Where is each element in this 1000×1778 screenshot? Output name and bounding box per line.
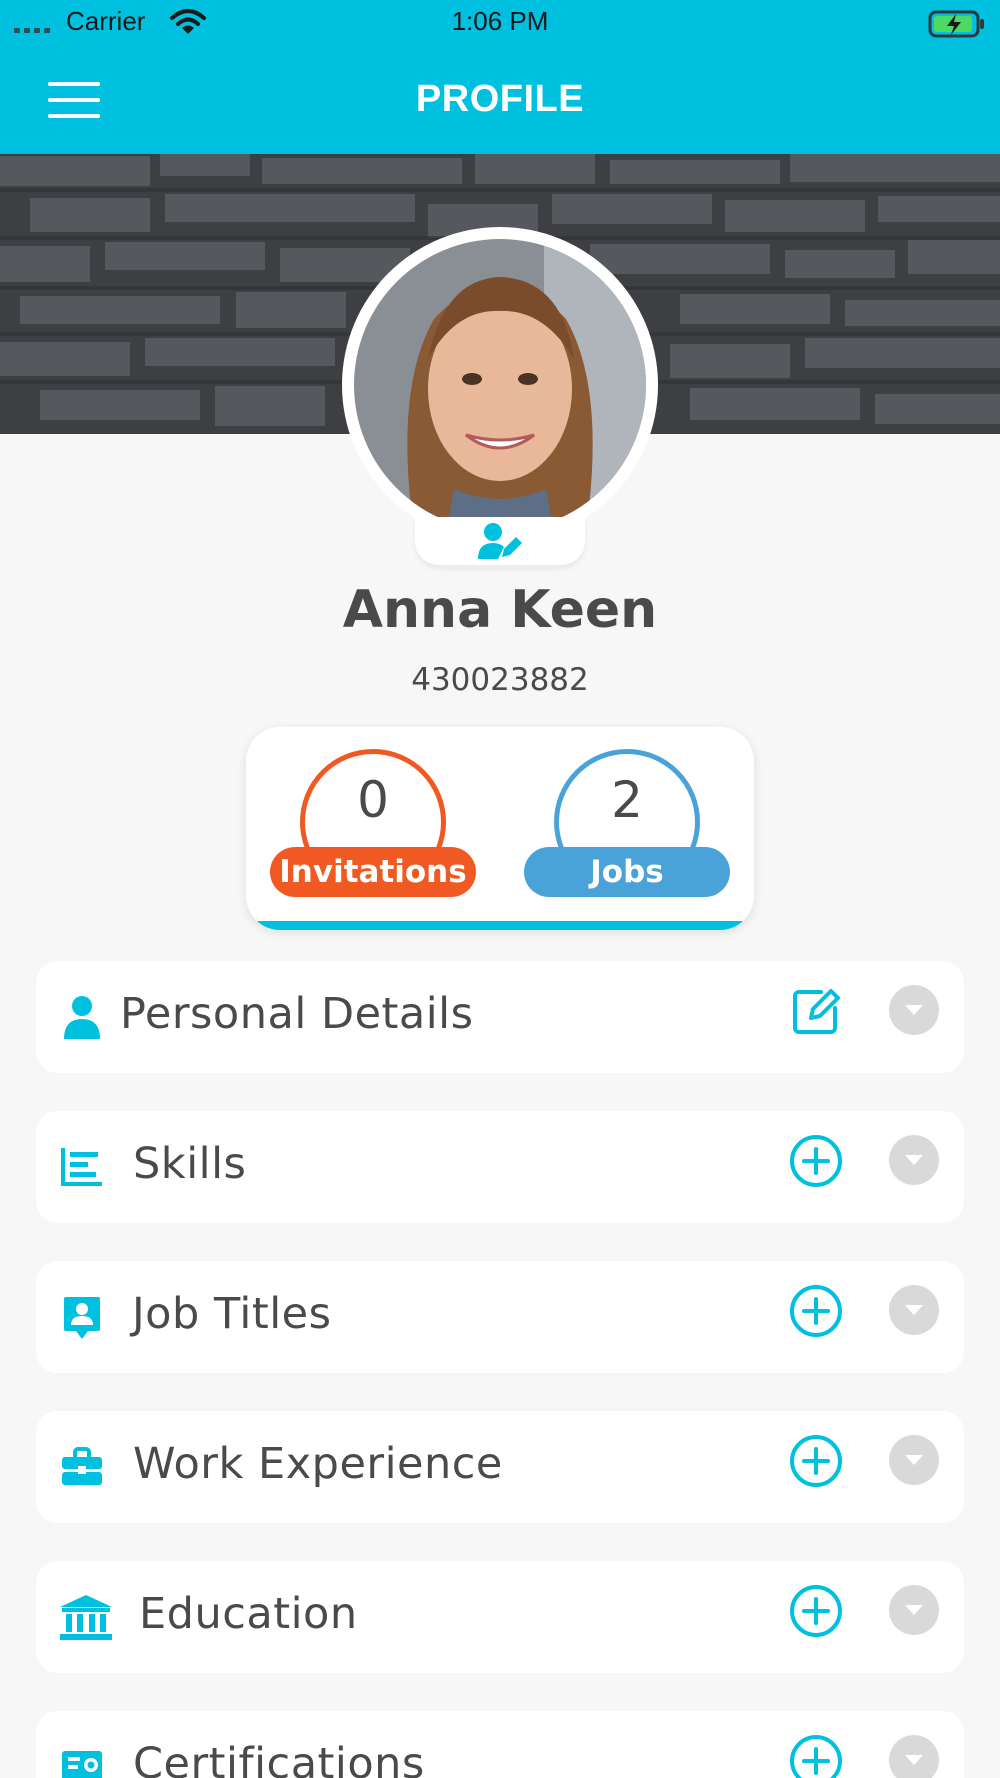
- invitations-stat[interactable]: 0 Invitations: [270, 749, 476, 897]
- expand-chevron-icon[interactable]: [889, 985, 939, 1035]
- section-label: Skills: [133, 1139, 247, 1189]
- section-job-titles[interactable]: Job Titles: [36, 1261, 964, 1373]
- institution-icon: [58, 1595, 114, 1640]
- expand-chevron-icon[interactable]: [889, 1735, 939, 1778]
- section-label: Work Experience: [133, 1439, 503, 1489]
- user-name: Anna Keen: [342, 580, 658, 640]
- section-label: Certifications: [133, 1739, 425, 1778]
- section-work-experience[interactable]: Work Experience: [36, 1411, 964, 1523]
- stats-accent-line: [246, 921, 754, 930]
- expand-chevron-icon[interactable]: [889, 1435, 939, 1485]
- navigation-bar: PROFILE: [0, 46, 1000, 154]
- invitations-count: 0: [357, 771, 389, 829]
- add-icon[interactable]: [788, 1433, 844, 1489]
- invitations-label: Invitations: [270, 847, 476, 897]
- battery-charging-icon: [928, 10, 984, 38]
- status-time: 1:06 PM: [451, 6, 549, 36]
- user-edit-icon: [478, 523, 522, 559]
- profile-photo: [354, 239, 646, 531]
- page-title: PROFILE: [415, 78, 585, 120]
- briefcase-icon: [58, 1445, 106, 1489]
- expand-chevron-icon[interactable]: [889, 1285, 939, 1335]
- section-education[interactable]: Education: [36, 1561, 964, 1673]
- section-certifications[interactable]: Certifications: [36, 1711, 964, 1778]
- avatar[interactable]: [342, 227, 658, 543]
- certificate-icon: [58, 1745, 106, 1778]
- profile-screen: Carrier 1:06 PM PROFILE Anna Keen 430023…: [0, 0, 1000, 1778]
- edit-profile-photo-button[interactable]: [415, 517, 585, 565]
- edit-icon[interactable]: [788, 983, 844, 1039]
- jobs-label: Jobs: [524, 847, 730, 897]
- status-bar: Carrier 1:06 PM: [0, 0, 1000, 46]
- add-icon[interactable]: [788, 1583, 844, 1639]
- section-skills[interactable]: Skills: [36, 1111, 964, 1223]
- add-icon[interactable]: [788, 1733, 844, 1778]
- expand-chevron-icon[interactable]: [889, 1135, 939, 1185]
- job-title-icon: [58, 1295, 106, 1339]
- user-id: 430023882: [411, 662, 589, 698]
- stats-card: 0 Invitations 2 Jobs: [246, 727, 754, 930]
- section-personal-details[interactable]: Personal Details: [36, 961, 964, 1073]
- add-icon[interactable]: [788, 1283, 844, 1339]
- section-label: Personal Details: [120, 989, 474, 1039]
- add-icon[interactable]: [788, 1133, 844, 1189]
- person-icon: [58, 995, 106, 1039]
- expand-chevron-icon[interactable]: [889, 1585, 939, 1635]
- section-label: Job Titles: [132, 1289, 332, 1339]
- jobs-stat[interactable]: 2 Jobs: [524, 749, 730, 897]
- skills-icon: [58, 1145, 106, 1189]
- section-label: Education: [139, 1589, 358, 1639]
- jobs-count: 2: [611, 771, 643, 829]
